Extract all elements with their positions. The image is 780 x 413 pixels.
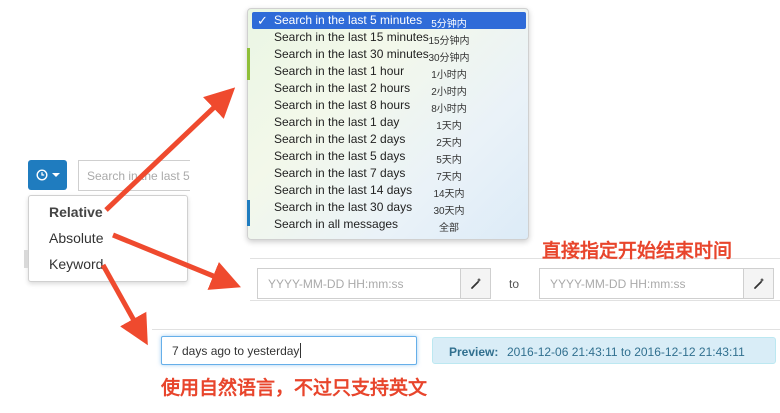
arrow-relative xyxy=(104,87,236,212)
arrow-keyword xyxy=(100,263,148,346)
annotation-arrows xyxy=(100,87,241,346)
arrow-absolute xyxy=(112,232,241,290)
